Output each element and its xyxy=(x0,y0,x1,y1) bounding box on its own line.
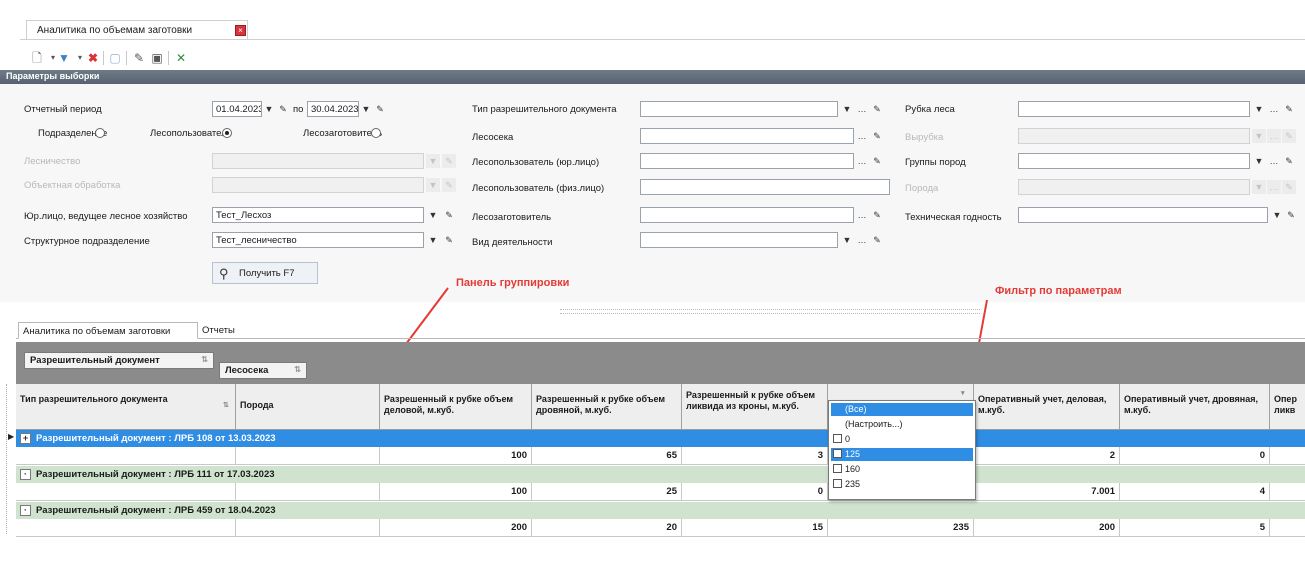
expand-icon[interactable]: · xyxy=(20,469,31,480)
sort-icon: ⇅ xyxy=(294,365,301,374)
filter-option[interactable]: 160 xyxy=(831,463,973,476)
col-header-allowed-crown[interactable]: Разрешенный к рубке объем ликвида из кро… xyxy=(682,384,828,429)
group-chip-label: Лесосека xyxy=(225,365,269,376)
group-row[interactable]: · Разрешительный документ : ЛРБ 459 от 1… xyxy=(16,502,1305,519)
cell-species xyxy=(236,483,380,500)
expand-icon[interactable]: + xyxy=(20,433,31,444)
filter-option[interactable]: 0 xyxy=(831,433,973,446)
filter-option[interactable]: 235 xyxy=(831,478,973,491)
col-header-oper-business[interactable]: Оперативный учет, деловая, м.куб. xyxy=(974,384,1120,429)
col-header-oper-firewood[interactable]: Оперативный учет, дровяная, м.куб. xyxy=(1120,384,1270,429)
tab-reports[interactable]: Отчеты xyxy=(198,322,248,339)
cell-value: 100 xyxy=(380,483,532,500)
checkbox[interactable] xyxy=(833,464,842,473)
cell-value: 5 xyxy=(1120,519,1270,536)
cell-species xyxy=(236,447,380,464)
data-row[interactable]: 200 20 15 235 200 5 xyxy=(16,519,1305,537)
grouping-panel[interactable]: Разрешительный документ ⇅ Лесосека ⇅ xyxy=(16,342,1305,384)
row-indicator-bar xyxy=(6,384,8,534)
cell-value: 15 xyxy=(682,519,828,536)
sort-icon: ⇅ xyxy=(223,402,229,409)
cell-value: 65 xyxy=(532,447,682,464)
cell-value: 200 xyxy=(974,519,1120,536)
group-chip-label: Разрешительный документ xyxy=(30,355,160,366)
group-row-title: Разрешительный документ : ЛРБ 459 от 18.… xyxy=(36,505,276,516)
group-row-title: Разрешительный документ : ЛРБ 108 от 13.… xyxy=(36,433,276,444)
cell-value: 0 xyxy=(682,483,828,500)
filter-option-custom[interactable]: (Настроить...) xyxy=(831,418,973,431)
col-header-species[interactable]: Порода xyxy=(236,384,380,429)
sort-icon: ⇅ xyxy=(201,355,208,364)
data-row[interactable]: 100 25 0 125 7.001 4 xyxy=(16,483,1305,501)
checkbox[interactable] xyxy=(833,449,842,458)
group-row[interactable]: + Разрешительный документ : ЛРБ 108 от 1… xyxy=(16,430,1305,447)
grid-header: Тип разрешительного документа ⇅ Порода Ра… xyxy=(16,384,1305,430)
tab-analytics[interactable]: Аналитика по объемам заготовки xyxy=(18,322,198,339)
cell-value: 235 xyxy=(828,519,974,536)
cell-value: 2 xyxy=(974,447,1120,464)
current-row-icon: ▶ xyxy=(8,432,15,441)
cell-value: 200 xyxy=(380,519,532,536)
data-row[interactable]: 100 65 3 2 0 xyxy=(16,447,1305,465)
cell-permit-type xyxy=(16,519,236,536)
cell-value: 7.001 xyxy=(974,483,1120,500)
group-row-title: Разрешительный документ : ЛРБ 111 от 17.… xyxy=(36,469,275,480)
cell-value: 25 xyxy=(532,483,682,500)
expand-icon[interactable]: · xyxy=(20,505,31,516)
cell-species xyxy=(236,519,380,536)
col-header-allowed-business[interactable]: Разрешенный к рубке объем деловой, м.куб… xyxy=(380,384,532,429)
cell-permit-type xyxy=(16,447,236,464)
cell-value: 100 xyxy=(380,447,532,464)
column-filter-popup[interactable]: (Все) (Настроить...) 0 125 160 235 xyxy=(828,400,976,500)
checkbox[interactable] xyxy=(833,479,842,488)
cell-value: 4 xyxy=(1120,483,1270,500)
filter-option-all[interactable]: (Все) xyxy=(831,403,973,416)
cell-value: 3 xyxy=(682,447,828,464)
group-row[interactable]: · Разрешительный документ : ЛРБ 111 от 1… xyxy=(16,466,1305,483)
col-header-allowed-firewood[interactable]: Разрешенный к рубке объем дровяной, м.ку… xyxy=(532,384,682,429)
cell-value: 20 xyxy=(532,519,682,536)
col-header-oper-liquid[interactable]: Опер ликв xyxy=(1270,384,1305,429)
cell-value: 0 xyxy=(1120,447,1270,464)
cell-permit-type xyxy=(16,483,236,500)
group-chip-permit[interactable]: Разрешительный документ ⇅ xyxy=(24,352,214,369)
col-header-permit-type[interactable]: Тип разрешительного документа ⇅ xyxy=(16,384,236,429)
group-chip-plot[interactable]: Лесосека ⇅ xyxy=(219,362,307,379)
checkbox[interactable] xyxy=(833,434,842,443)
filter-dropdown-icon: ▾ xyxy=(961,390,965,397)
filter-option[interactable]: 125 xyxy=(831,448,973,461)
